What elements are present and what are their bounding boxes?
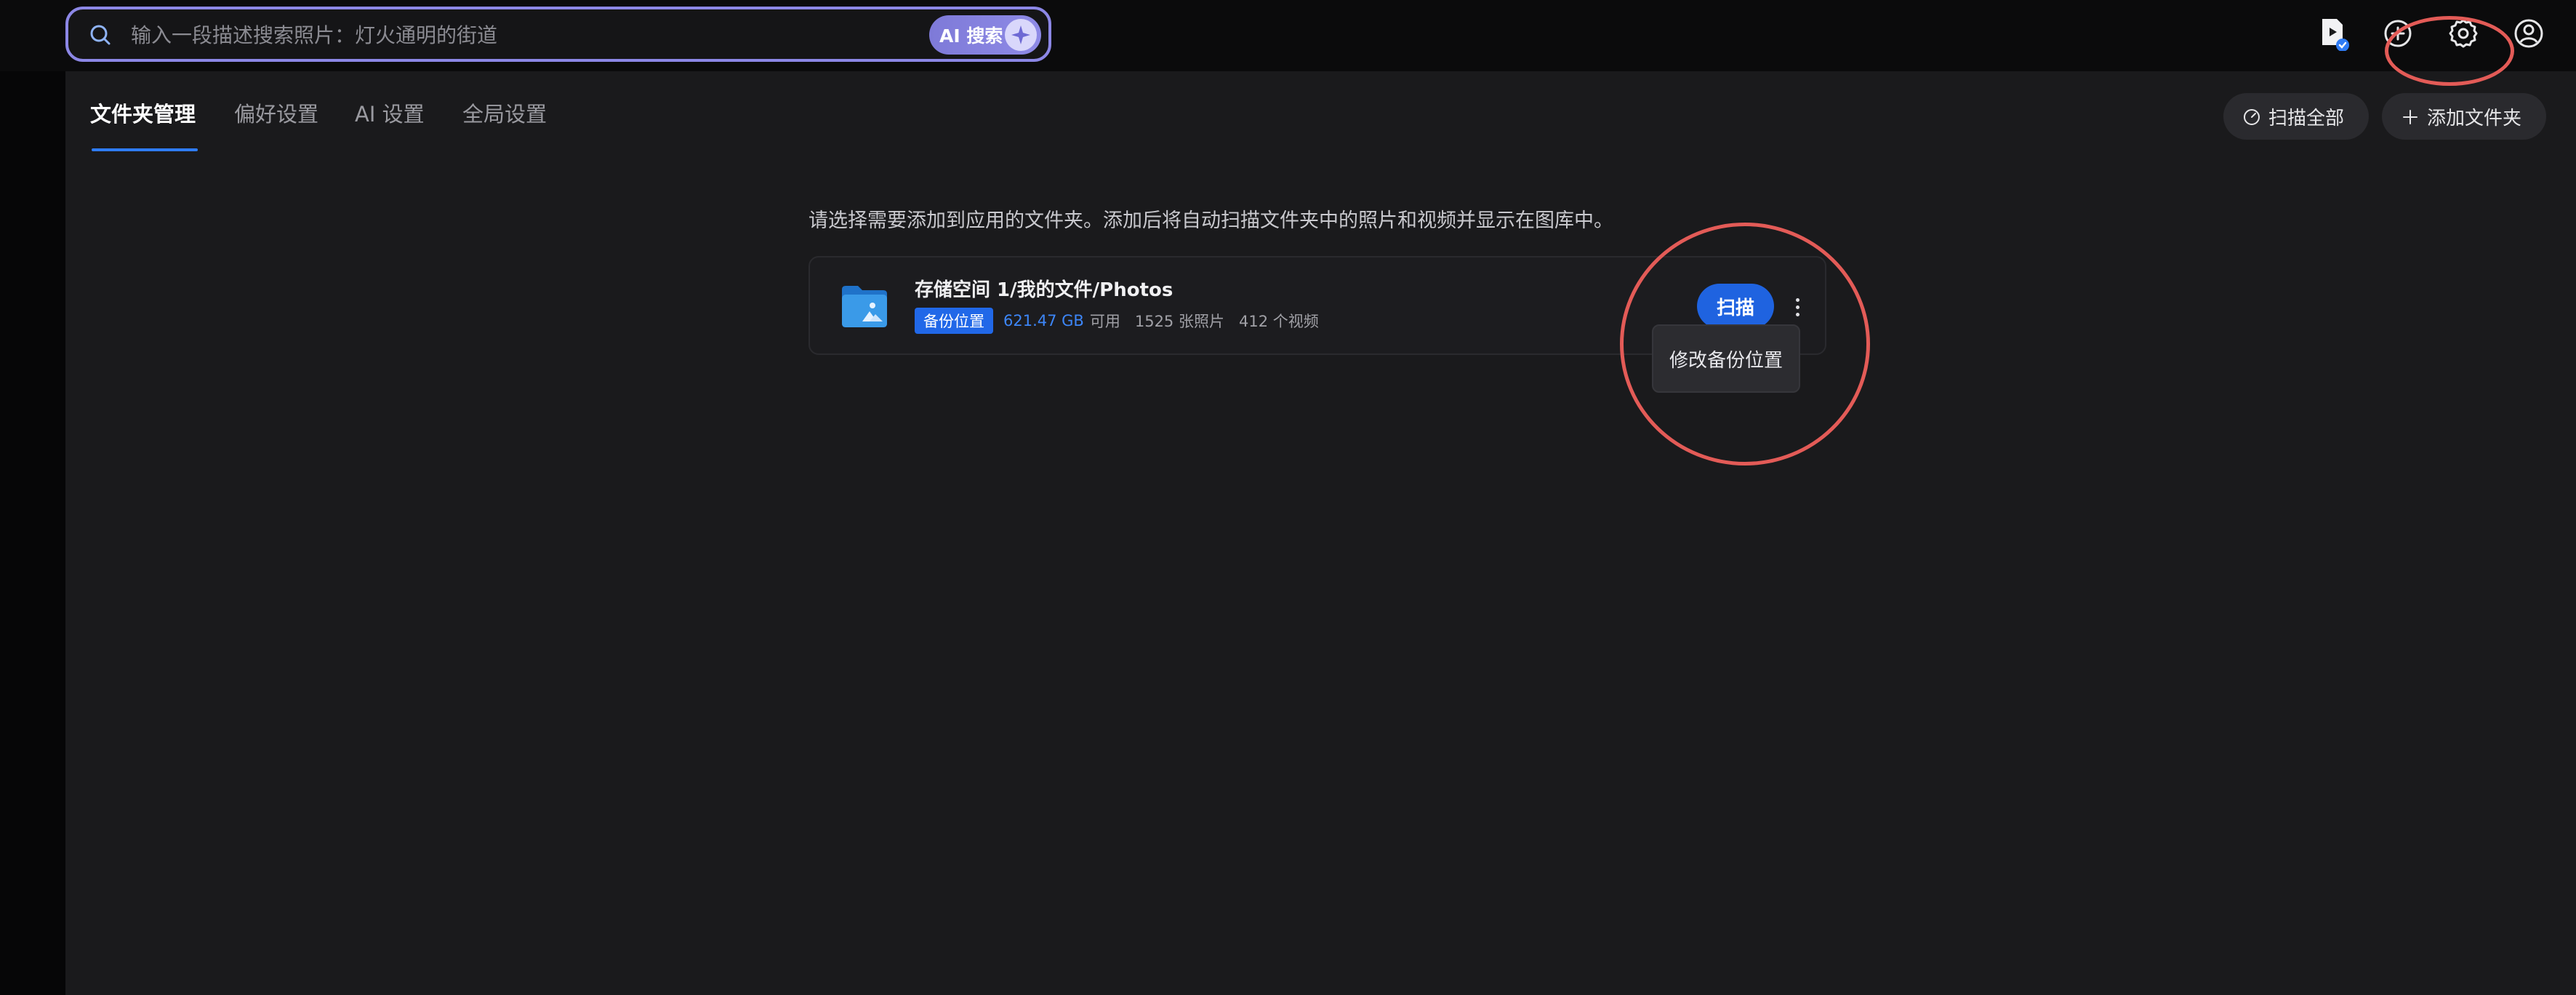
video-status-icon[interactable]: [2315, 16, 2350, 51]
ai-search-label: AI 搜索: [939, 25, 1003, 47]
search-input[interactable]: [129, 17, 990, 53]
search-box[interactable]: AI 搜索: [65, 7, 1051, 62]
gear-icon[interactable]: [2446, 16, 2481, 51]
tab-preferences[interactable]: 偏好设置: [234, 97, 318, 128]
tab-folder-management[interactable]: 文件夹管理: [90, 97, 196, 128]
left-edge: [0, 0, 65, 995]
scan-button[interactable]: 扫描: [1697, 284, 1774, 329]
plus-circle-icon[interactable]: [2380, 16, 2415, 51]
backup-location-badge: 备份位置: [915, 308, 993, 334]
video-count: 412 个视频: [1238, 313, 1319, 330]
more-options-icon[interactable]: [1789, 291, 1806, 323]
folder-icon: [842, 286, 887, 327]
search-icon: [90, 25, 111, 45]
folder-meta: 备份位置 621.47 GB 可用 1525 张照片 412 个视频: [915, 308, 1333, 334]
tab-global-settings[interactable]: 全局设置: [462, 97, 547, 128]
active-tab-indicator: [92, 148, 198, 151]
top-bar: AI 搜索: [0, 0, 2576, 71]
scan-all-button[interactable]: 扫描全部: [2223, 93, 2369, 140]
change-backup-location-item[interactable]: 修改备份位置: [1669, 345, 1783, 372]
app-window: AI 搜索: [0, 0, 2576, 995]
add-folder-button[interactable]: 添加文件夹: [2382, 93, 2546, 140]
available-label: 可用: [1089, 313, 1120, 330]
folder-path: 存储空间 1/我的文件/Photos: [915, 279, 1173, 301]
settings-panel: 文件夹管理 偏好设置 AI 设置 全局设置 扫描全部 添加文件夹 请选择需要添加…: [65, 71, 2576, 995]
add-folder-label: 添加文件夹: [2427, 107, 2522, 129]
scan-all-label: 扫描全部: [2268, 107, 2345, 129]
folder-context-menu: 修改备份位置: [1652, 324, 1800, 393]
photo-count: 1525 张照片: [1134, 313, 1224, 330]
plus-icon: [2403, 110, 2417, 124]
user-icon[interactable]: [2511, 16, 2546, 51]
intro-text: 请选择需要添加到应用的文件夹。添加后将自动扫描文件夹中的照片和视频并显示在图库中…: [808, 209, 1613, 232]
tab-ai-settings[interactable]: AI 设置: [355, 97, 425, 128]
ai-search-button[interactable]: AI 搜索: [929, 15, 1041, 55]
gauge-icon: [2244, 109, 2260, 125]
available-capacity: 621.47 GB: [1003, 312, 1084, 329]
sparkle-icon: [1005, 19, 1037, 51]
